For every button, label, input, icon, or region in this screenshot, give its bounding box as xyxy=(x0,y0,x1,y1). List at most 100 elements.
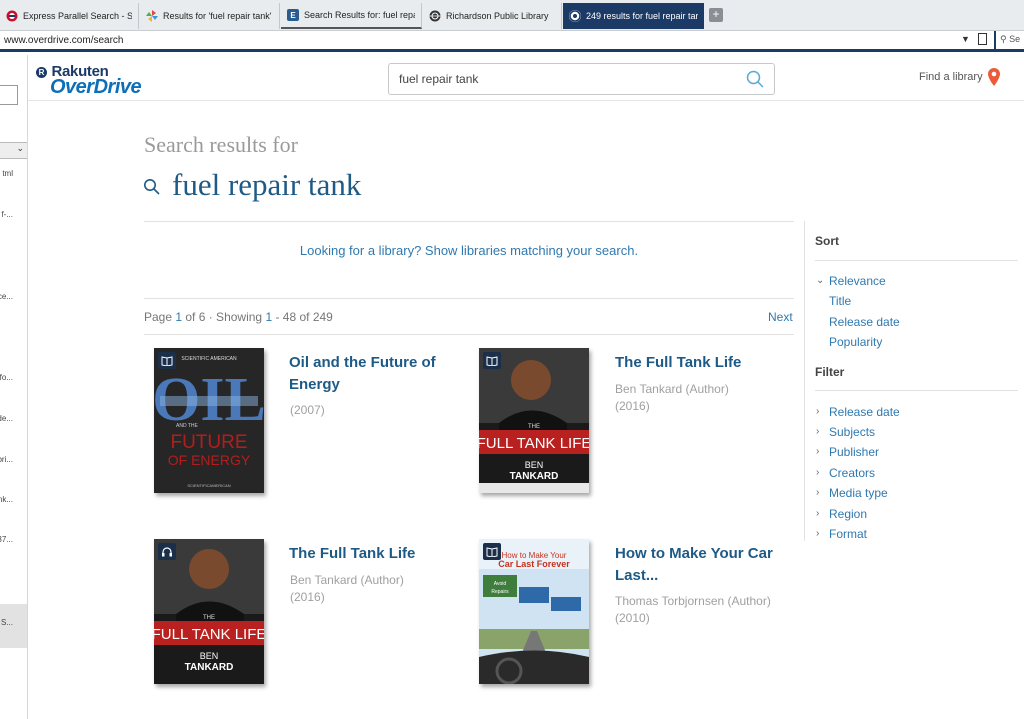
book-author[interactable]: Thomas Torbjornsen (Author) xyxy=(615,594,771,608)
new-tab-button[interactable]: + xyxy=(709,8,723,22)
svg-text:SCIENTIFIC AMERICAN: SCIENTIFIC AMERICAN xyxy=(181,356,237,362)
sidebar-divider xyxy=(804,221,805,541)
svg-text:TANKARD: TANKARD xyxy=(510,471,559,482)
side-list-item[interactable]: tml xyxy=(0,169,27,178)
tab-label: Richardson Public Library xyxy=(446,11,549,21)
side-list-item[interactable]: f-... xyxy=(0,210,27,219)
tab-label: Search Results for: fuel repa xyxy=(304,10,415,20)
browser-search-field[interactable]: ⚲ Se xyxy=(994,31,1024,49)
bookmark-icon[interactable] xyxy=(978,33,987,45)
address-bar: www.overdrive.com/search ▼ ⚲ Se xyxy=(0,31,1024,52)
svg-text:FULL TANK LIFE: FULL TANK LIFE xyxy=(479,435,589,452)
site-header: R Rakuten OverDrive Find a library xyxy=(28,55,1024,101)
side-list-item[interactable]: bri... xyxy=(0,455,27,464)
book-title-link[interactable]: The Full Tank Life xyxy=(615,352,741,374)
filter-region[interactable]: Region xyxy=(829,507,867,521)
svg-text:BEN: BEN xyxy=(525,460,544,470)
filter-format[interactable]: Format xyxy=(829,527,867,541)
rakuten-r-icon: R xyxy=(36,67,47,78)
search-icon xyxy=(143,178,161,201)
filter-publisher[interactable]: Publisher xyxy=(829,445,879,459)
side-list-item[interactable]: nk... xyxy=(0,495,27,504)
svg-text:BEN: BEN xyxy=(200,651,219,661)
side-input-box[interactable] xyxy=(0,85,18,105)
sort-option-release-date[interactable]: Release date xyxy=(829,315,900,329)
svg-text:FULL TANK LIFE: FULL TANK LIFE xyxy=(154,626,264,643)
ebook-icon xyxy=(483,543,501,560)
filter-creators[interactable]: Creators xyxy=(829,466,875,480)
map-pin-icon[interactable] xyxy=(988,68,1000,91)
search-results-label: Search results for xyxy=(144,132,298,157)
book-cover[interactable]: SCIENTIFIC AMERICAN OIL AND THE FUTURE O… xyxy=(154,348,264,493)
svg-text:Repairs: Repairs xyxy=(491,589,509,595)
book-cover[interactable]: THE FULL TANK LIFE BEN TANKARD xyxy=(154,539,264,684)
svg-text:Car Last Forever: Car Last Forever xyxy=(498,559,570,569)
side-list-item[interactable]: -fo... xyxy=(0,373,27,382)
book-year: (2016) xyxy=(290,590,325,604)
chevron-right-icon: › xyxy=(816,528,820,539)
book-title-link[interactable]: How to Make Your Car Last... xyxy=(615,543,773,587)
book-year: (2010) xyxy=(615,611,650,625)
book-cover[interactable]: THE FULL TANK LIFE BEN TANKARD xyxy=(479,348,589,493)
url-field[interactable]: www.overdrive.com/search xyxy=(4,35,123,46)
filter-subjects[interactable]: Subjects xyxy=(829,425,875,439)
show-libraries-link[interactable]: Looking for a library? Show libraries ma… xyxy=(144,243,794,258)
tab-search-results[interactable]: E Search Results for: fuel repa xyxy=(281,3,422,29)
chevron-right-icon: › xyxy=(816,446,820,457)
find-library-link[interactable]: Find a library xyxy=(919,71,983,83)
side-list-item[interactable]: de... xyxy=(0,414,27,423)
svg-text:FUTURE: FUTURE xyxy=(170,432,247,453)
sort-heading: Sort xyxy=(815,234,839,248)
sort-option-relevance[interactable]: Relevance xyxy=(829,274,886,288)
sort-option-popularity[interactable]: Popularity xyxy=(829,335,882,349)
ebook-icon xyxy=(483,352,501,369)
search-icon[interactable] xyxy=(746,70,764,93)
book-cover[interactable]: How to Make Your Car Last Forever Avoid … xyxy=(479,539,589,684)
svg-text:THE: THE xyxy=(528,424,540,430)
globe-icon xyxy=(429,10,441,22)
search-input[interactable] xyxy=(399,72,729,86)
svg-text:OF ENERGY: OF ENERGY xyxy=(168,452,251,468)
tab-richardson-library[interactable]: Richardson Public Library xyxy=(423,3,562,29)
chevron-right-icon: › xyxy=(816,406,820,417)
svg-text:SCIENTIFICAMERICAN: SCIENTIFICAMERICAN xyxy=(187,483,230,488)
browser-tab-bar: Express Parallel Search - Sea Results fo… xyxy=(0,0,1024,31)
site-search-box xyxy=(388,63,775,95)
divider xyxy=(144,334,794,335)
left-side-panel: ⌄ tml f-... ce... -fo... de... bri... nk… xyxy=(0,55,28,719)
divider xyxy=(815,390,1018,391)
book-title-link[interactable]: Oil and the Future of Energy xyxy=(289,352,436,396)
chevron-right-icon: › xyxy=(816,487,820,498)
search-icon: ⚲ xyxy=(1000,34,1007,44)
tab-label: 249 results for fuel repair tar xyxy=(586,11,698,21)
book-author[interactable]: Ben Tankard (Author) xyxy=(615,382,729,396)
book-author[interactable]: Ben Tankard (Author) xyxy=(290,573,404,587)
filter-media-type[interactable]: Media type xyxy=(829,486,888,500)
divider xyxy=(144,298,794,299)
side-list-item[interactable]: ce... xyxy=(0,292,27,301)
ebook-icon xyxy=(158,352,176,369)
chevron-right-icon: › xyxy=(816,508,820,519)
overdrive-icon xyxy=(569,10,581,22)
chevron-down-icon: ⌄ xyxy=(816,275,825,286)
side-list-item[interactable]: S... xyxy=(0,618,27,627)
book-title-link[interactable]: The Full Tank Life xyxy=(289,543,415,565)
filter-release-date[interactable]: Release date xyxy=(829,405,900,419)
dropdown-arrow-icon[interactable]: ▼ xyxy=(961,34,970,44)
svg-text:Avoid: Avoid xyxy=(494,581,507,587)
svg-text:TANKARD: TANKARD xyxy=(185,662,234,673)
tab-express-parallel-search[interactable]: Express Parallel Search - Sea xyxy=(0,3,139,29)
book-year: (2007) xyxy=(290,403,325,417)
tab-249-results[interactable]: 249 results for fuel repair tar xyxy=(563,3,704,29)
book-year: (2016) xyxy=(615,399,650,413)
browser-search-placeholder: Se xyxy=(1009,34,1021,44)
side-list-item[interactable]: 37... xyxy=(0,535,27,544)
next-page-link[interactable]: Next xyxy=(768,310,793,324)
side-select[interactable]: ⌄ xyxy=(0,142,27,159)
sort-option-title[interactable]: Title xyxy=(829,294,851,308)
overdrive-logo[interactable]: R Rakuten OverDrive xyxy=(36,63,142,98)
search-query-heading: fuel repair tank xyxy=(172,167,362,202)
tab-results-fuel-repair[interactable]: Results for 'fuel repair tank' | xyxy=(140,3,280,29)
logo-overdrive: OverDrive xyxy=(50,76,142,98)
divider xyxy=(144,221,794,222)
